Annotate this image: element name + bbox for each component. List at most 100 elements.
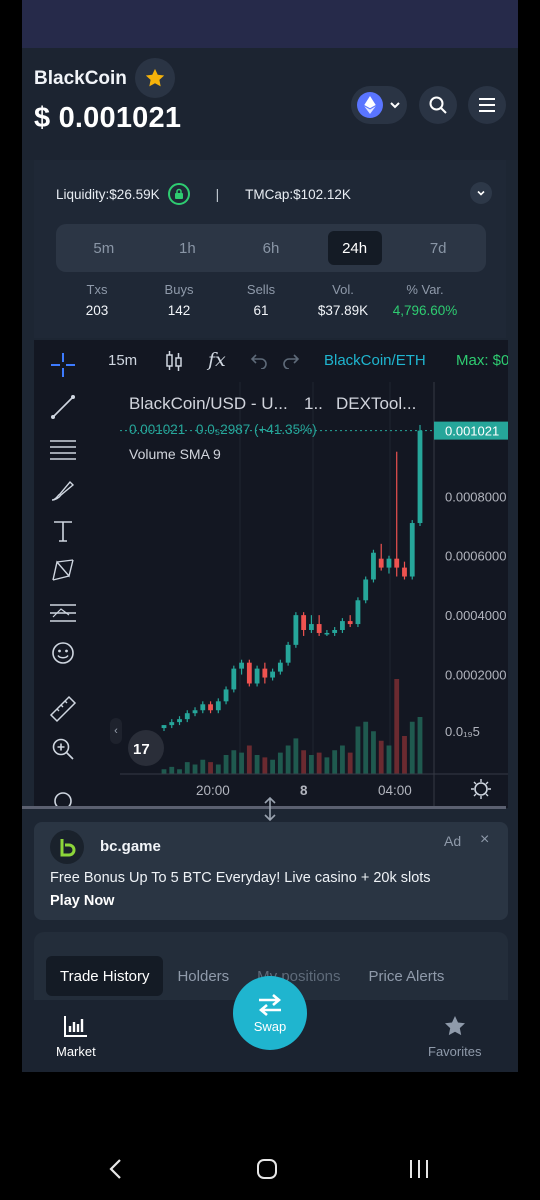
chart-svg[interactable]: 0.001021 0.0008000 0.0006000 0.0004000 0.00… bbox=[90, 382, 508, 808]
metric-label: Sells bbox=[246, 282, 276, 297]
forecast-tool[interactable] bbox=[48, 598, 78, 628]
candle bbox=[293, 612, 299, 648]
candle bbox=[223, 686, 229, 705]
recent-apps-icon[interactable] bbox=[408, 1158, 430, 1180]
ethereum-icon bbox=[357, 92, 383, 118]
metric-sells: Sells 61 bbox=[220, 282, 302, 318]
crosshair-icon[interactable] bbox=[50, 352, 76, 378]
volume-bar bbox=[215, 764, 221, 774]
legend-price: 0.001021 bbox=[129, 422, 185, 437]
coin-price: $ 0.001021 bbox=[34, 102, 182, 134]
candle bbox=[386, 555, 392, 574]
undo-icon[interactable] bbox=[250, 353, 268, 369]
brush-icon bbox=[51, 480, 75, 501]
star-icon bbox=[145, 68, 165, 87]
hamburger-menu-icon bbox=[479, 98, 495, 112]
smiley-icon bbox=[52, 642, 74, 664]
volume-bar bbox=[239, 752, 244, 774]
volume-bar bbox=[223, 755, 229, 774]
candlestick-type-icon[interactable] bbox=[164, 350, 184, 372]
timeframe-5m[interactable]: 5m bbox=[77, 231, 131, 265]
metric-txs: Txs 203 bbox=[56, 282, 138, 318]
redo-icon[interactable] bbox=[282, 353, 300, 369]
menu-button[interactable] bbox=[468, 86, 506, 124]
ad-play-now-link[interactable]: Play Now bbox=[50, 893, 114, 909]
magnet-tool[interactable] bbox=[48, 784, 78, 808]
zoom-tool[interactable] bbox=[48, 734, 78, 764]
candle bbox=[254, 665, 260, 687]
volume-bar bbox=[200, 759, 206, 774]
candle bbox=[355, 597, 361, 628]
volume-bar bbox=[332, 750, 338, 774]
separator: | bbox=[215, 186, 220, 202]
volume-bar bbox=[231, 750, 237, 774]
swap-label: Swap bbox=[253, 1018, 287, 1034]
drawing-toolbar bbox=[34, 382, 90, 808]
chevron-down-icon bbox=[477, 190, 485, 196]
trend-line-icon bbox=[51, 395, 75, 419]
chart-interval[interactable]: 15m bbox=[108, 352, 137, 369]
metric-buys: Buys 142 bbox=[138, 282, 220, 318]
timeframe-24h[interactable]: 24h bbox=[327, 231, 382, 265]
ruler-tool[interactable] bbox=[48, 694, 78, 724]
timeframe-1h[interactable]: 1h bbox=[160, 231, 214, 265]
candle bbox=[285, 641, 291, 666]
pair-label[interactable]: BlackCoin/ETH bbox=[324, 352, 426, 369]
candle bbox=[270, 668, 276, 681]
home-icon[interactable] bbox=[256, 1158, 278, 1180]
coin-header: BlackCoin $ 0.001021 bbox=[22, 48, 518, 160]
horizontal-lines-tool[interactable] bbox=[48, 434, 78, 464]
volume-bar bbox=[184, 762, 190, 774]
horizontal-lines-icon bbox=[50, 440, 76, 460]
trade-metrics: Txs 203 Buys 142 Sells 61 Vol. $37.89K % Var… bbox=[56, 282, 496, 318]
ad-brand: bc.game bbox=[100, 838, 161, 855]
volume-bar bbox=[270, 759, 276, 774]
ruler-icon bbox=[49, 695, 77, 723]
back-icon[interactable] bbox=[108, 1158, 124, 1180]
volume-bar bbox=[262, 757, 268, 774]
tradingview-logo[interactable]: 17 bbox=[128, 730, 164, 766]
collapse-toolbar-handle[interactable]: ‹ bbox=[110, 718, 122, 744]
candle bbox=[246, 659, 252, 687]
metric-value: 4,796.60% bbox=[392, 303, 458, 318]
volume-bar bbox=[417, 717, 423, 774]
brush-tool[interactable] bbox=[48, 476, 78, 506]
candle bbox=[177, 716, 182, 726]
ad-close-button[interactable]: × bbox=[480, 831, 489, 849]
search-button[interactable] bbox=[419, 86, 457, 124]
favorite-button[interactable] bbox=[135, 58, 175, 98]
zoom-in-icon bbox=[52, 738, 74, 760]
resize-arrows-icon[interactable] bbox=[262, 797, 278, 821]
price-chart-panel: 15m fx BlackCoin/ETH Max: $0 0.001021 0.… bbox=[34, 340, 508, 808]
chart-settings-icon[interactable] bbox=[471, 779, 491, 799]
expand-stats-button[interactable] bbox=[470, 182, 492, 204]
candle bbox=[378, 543, 384, 571]
pattern-tool[interactable] bbox=[48, 556, 78, 586]
timeframe-6h[interactable]: 6h bbox=[244, 231, 298, 265]
volume-bar bbox=[285, 745, 291, 774]
swap-arrows-icon bbox=[258, 993, 282, 1016]
liquidity-value: $26.59K bbox=[109, 186, 160, 202]
chain-selector[interactable] bbox=[351, 86, 407, 124]
volume-bar bbox=[254, 755, 260, 774]
candle bbox=[332, 627, 338, 636]
chevron-down-icon bbox=[390, 102, 400, 109]
indicators-icon[interactable]: fx bbox=[208, 349, 226, 371]
trend-line-tool[interactable] bbox=[48, 392, 78, 422]
volume-bar bbox=[409, 721, 415, 774]
swap-button[interactable]: Swap bbox=[233, 976, 307, 1050]
text-tool[interactable] bbox=[48, 516, 78, 546]
timeframe-7d[interactable]: 7d bbox=[411, 231, 465, 265]
ad-banner[interactable]: bc.game Ad × Free Bonus Up To 5 BTC Ever… bbox=[34, 822, 508, 920]
candle bbox=[184, 710, 190, 723]
volume-bar bbox=[378, 740, 384, 774]
volume-bar bbox=[394, 679, 400, 774]
metric-value: 203 bbox=[85, 303, 109, 318]
x-tick-label: 8 bbox=[300, 783, 308, 798]
candlestick-chart[interactable]: 0.001021 0.0008000 0.0006000 0.0004000 0.00… bbox=[90, 382, 508, 808]
volume-bar bbox=[246, 745, 252, 774]
tmcap-value: $102.12K bbox=[293, 186, 351, 202]
x-tick-label: 04:00 bbox=[378, 783, 412, 798]
emoji-tool[interactable] bbox=[48, 638, 78, 668]
candle bbox=[316, 615, 322, 636]
